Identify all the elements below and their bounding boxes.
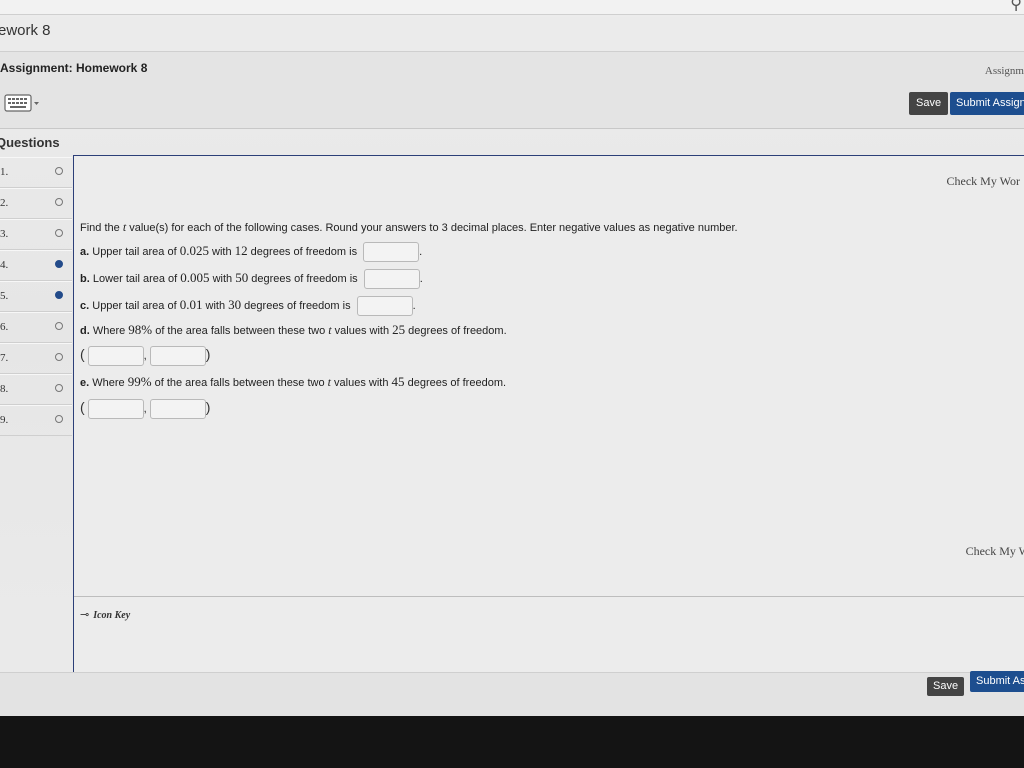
question-number: 6. — [0, 321, 9, 333]
bottom-toolbar: Save Submit As — [0, 671, 1024, 716]
question-instructions: Find the t value(s) for each of the foll… — [80, 220, 738, 234]
answer-input-a[interactable] — [363, 242, 420, 262]
answered-status-icon — [55, 260, 63, 268]
question-number: 3. — [0, 228, 9, 240]
unanswered-status-icon — [55, 229, 63, 237]
unanswered-status-icon — [55, 384, 63, 392]
answer-input-d-upper[interactable] — [149, 346, 206, 367]
question-number: 9. — [0, 414, 9, 426]
save-button[interactable]: Save — [909, 92, 949, 115]
top-toolbar: ⚲ — [0, 0, 1024, 15]
question-number: 4. — [0, 259, 9, 271]
answer-input-e-upper[interactable] — [149, 399, 206, 420]
part-e-answers: (,) — [80, 399, 210, 420]
question-item-3[interactable]: 3. — [0, 219, 72, 250]
assignment-bar: Assignment: Homework 8 Assignm Save Subm… — [0, 52, 1024, 129]
question-item-7[interactable]: 7. — [0, 343, 72, 374]
screen: ⚲ ework 8 Assignment: Homework 8 Assignm… — [0, 0, 1024, 716]
unanswered-status-icon — [55, 322, 63, 330]
question-item-6[interactable]: 6. — [0, 312, 72, 343]
question-number: 5. — [0, 290, 9, 302]
check-my-work-link[interactable]: Check My Wor — [947, 174, 1020, 189]
unanswered-status-icon — [55, 353, 63, 361]
part-e: e. Where 99% of the area falls between t… — [80, 374, 507, 389]
question-item-8[interactable]: 8. — [0, 374, 72, 405]
question-item-5[interactable]: 5. — [0, 281, 72, 312]
homework-title: ework 8 — [0, 22, 51, 39]
answer-input-e-lower[interactable] — [87, 399, 144, 420]
submit-assignment-button[interactable]: Submit Assign — [950, 92, 1024, 115]
assignment-info-link[interactable]: Assignm — [985, 65, 1024, 77]
unanswered-status-icon — [55, 167, 63, 175]
question-number: 1. — [0, 166, 9, 178]
search-icon[interactable]: ⚲ — [1010, 0, 1022, 14]
question-number: 7. — [0, 352, 9, 364]
question-item-1[interactable]: 1. — [0, 157, 72, 188]
questions-heading: Questions — [0, 135, 60, 150]
part-d-answers: (,) — [80, 346, 210, 367]
unanswered-status-icon — [55, 415, 63, 423]
unanswered-status-icon — [55, 198, 63, 206]
icon-key-link[interactable]: ⊸ Icon Key — [80, 608, 130, 621]
keyboard-icon[interactable] — [4, 92, 40, 114]
question-number: 2. — [0, 197, 9, 209]
part-d: d. Where 98% of the area falls between t… — [80, 322, 507, 337]
key-icon: ⊸ — [80, 609, 90, 621]
part-c: c. Upper tail area of 0.01 with 30 degre… — [80, 296, 416, 316]
part-b: b. Lower tail area of 0.005 with 50 degr… — [80, 269, 423, 289]
answer-input-c[interactable] — [356, 296, 413, 316]
question-number: 8. — [0, 383, 9, 395]
question-item-2[interactable]: 2. — [0, 188, 72, 219]
check-my-work-bottom-link[interactable]: Check My W — [966, 544, 1024, 559]
part-a: a. Upper tail area of 0.025 with 12 degr… — [80, 242, 422, 262]
question-item-4[interactable]: 4. — [0, 250, 72, 281]
assignment-name: Assignment: Homework 8 — [0, 61, 148, 75]
homework-title-bar: ework 8 — [0, 17, 1024, 52]
question-item-9[interactable]: 9. — [0, 405, 72, 436]
answered-status-icon — [55, 291, 63, 299]
answer-input-b[interactable] — [363, 269, 420, 289]
answer-input-d-lower[interactable] — [87, 346, 144, 367]
save-button-bottom[interactable]: Save — [927, 677, 965, 696]
question-list: 1. 2. 3. 4. 5. 6. 7. 8. 9. — [0, 157, 72, 436]
question-panel: Check My Wor Find the t value(s) for eac… — [73, 155, 1024, 674]
panel-divider — [74, 596, 1024, 597]
submit-assignment-button-bottom[interactable]: Submit As — [970, 671, 1024, 692]
